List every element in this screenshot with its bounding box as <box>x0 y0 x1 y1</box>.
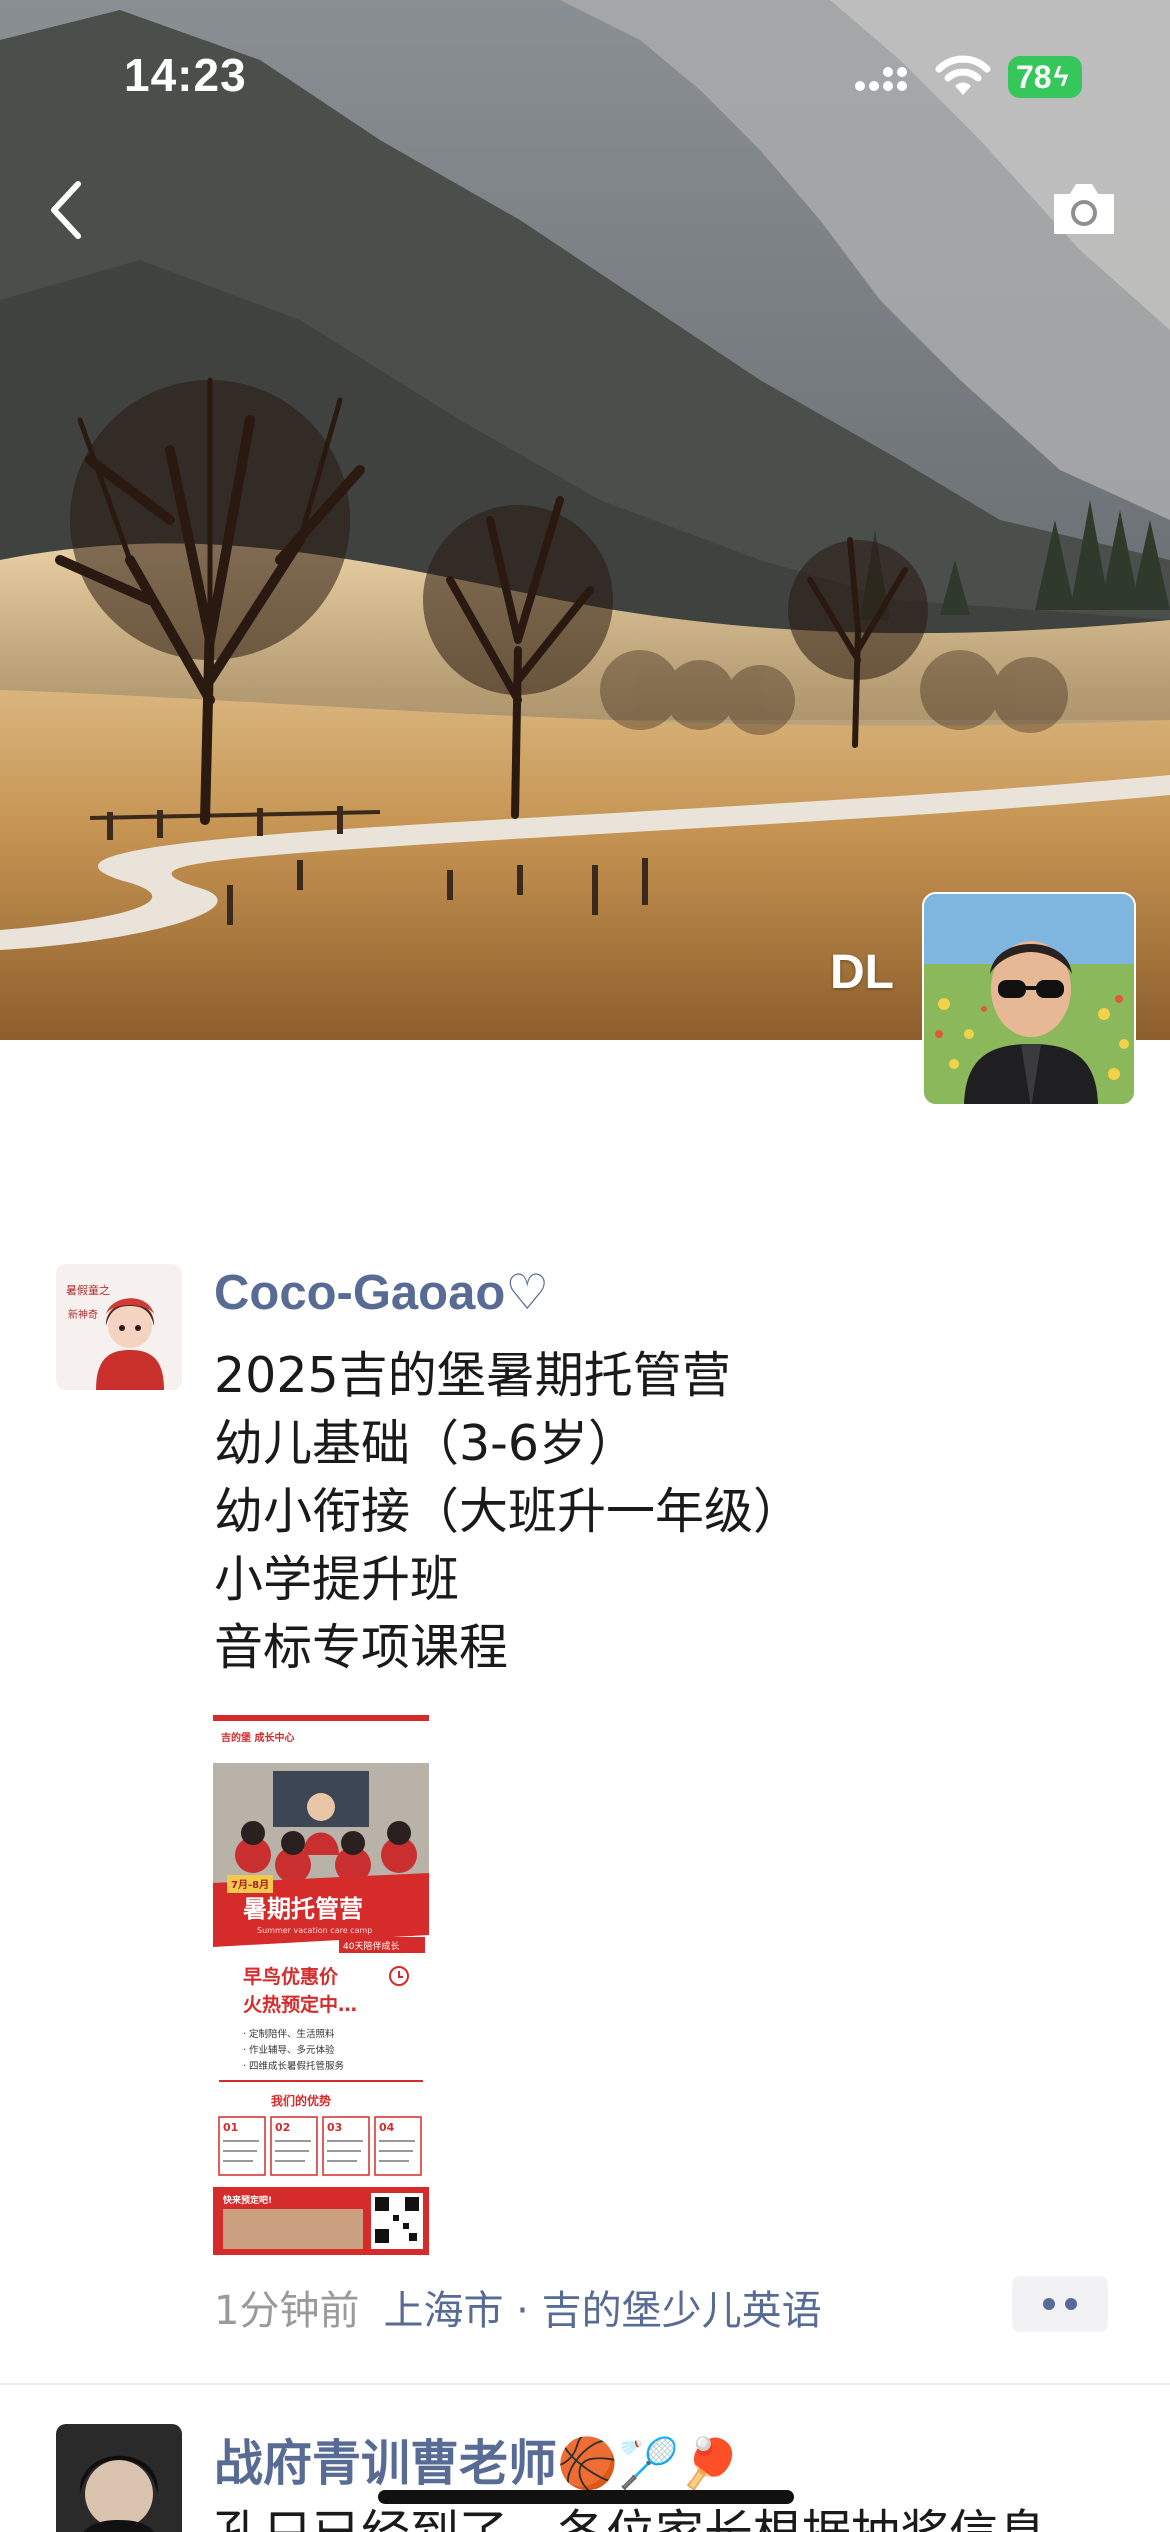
profile-name: DL <box>830 946 894 999</box>
back-button[interactable] <box>40 172 100 242</box>
poster-advantages-title: 我们的优势 <box>271 2093 331 2108</box>
status-bar: 14:23 78 ϟ <box>0 0 1170 150</box>
post-text-line: 孔只已经到了，各位家长根据抽奖信息 <box>214 2500 1047 2532</box>
svg-text:暑假童之: 暑假童之 <box>66 1283 110 1297</box>
post-author-name[interactable]: 战府青训曹老师🏀🏸🏓 <box>214 2424 740 2495</box>
post-text-line: 幼小衔接（大班升一年级） <box>214 1483 803 1540</box>
cellular-signal-icon <box>852 60 916 98</box>
post-divider <box>0 2383 1170 2385</box>
chevron-left-icon <box>51 181 81 239</box>
post-author-suffix: ♡ <box>505 1266 550 1320</box>
cover-photo[interactable] <box>0 0 1170 1040</box>
poster-advantage-number: 04 <box>379 2121 395 2134</box>
poster-advantage-number: 02 <box>275 2121 290 2134</box>
poster-bullet: · 四维成长暑假托管服务 <box>243 2060 345 2072</box>
post-time: 1分钟前 <box>214 2288 360 2334</box>
svg-text:新神奇: 新神奇 <box>68 1308 98 1321</box>
post-text-line: 幼儿基础（3-6岁） <box>214 1415 638 1472</box>
post-author-name: Coco-Gaoao <box>214 1266 506 1320</box>
wifi-icon <box>935 55 991 101</box>
post-more-button[interactable] <box>1012 2276 1108 2332</box>
poster-promo-1: 早鸟优惠价 <box>243 1965 339 1988</box>
poster-bullet: · 定制陪伴、生活照料 <box>243 2028 335 2040</box>
post-text-line: 小学提升班 <box>214 1551 460 1608</box>
post-text-line: 2025吉的堡暑期托管营 <box>214 1347 731 1404</box>
poster-promo-2: 火热预定中… <box>243 1993 357 2016</box>
dot-icon <box>1043 2298 1055 2310</box>
post-text: 孔只已经到了，各位家长根据抽奖信息 <box>214 2500 1047 2532</box>
poster-advantage-number: 01 <box>223 2121 238 2134</box>
charging-bolt-icon: ϟ <box>1053 61 1069 92</box>
poster-tag: 40天陪伴成长 <box>343 1940 399 1952</box>
post-text-line: 音标专项课程 <box>214 1619 509 1676</box>
camera-button[interactable] <box>1048 178 1120 240</box>
post-author[interactable]: Coco-Gaoao♡ <box>214 1264 549 1321</box>
profile-avatar[interactable] <box>922 892 1136 1106</box>
poster-footer: 快来预定吧! <box>223 2194 272 2206</box>
battery-level: 78 <box>1016 58 1052 95</box>
home-indicator[interactable] <box>378 2490 794 2504</box>
post-location[interactable]: 上海市 · 吉的堡少儿英语 <box>383 2288 821 2334</box>
status-time: 14:23 <box>124 49 247 101</box>
dot-icon <box>1065 2298 1077 2310</box>
poster-subtitle: Summer vacation care camp <box>257 1926 372 1935</box>
post-text: 2025吉的堡暑期托管营 幼儿基础（3-6岁） 幼小衔接（大班升一年级） 小学提… <box>214 1342 802 1682</box>
poster-advantage-number: 03 <box>327 2121 342 2134</box>
author-avatar[interactable] <box>56 2424 182 2532</box>
poster-date: 7月-8月 <box>231 1879 269 1891</box>
post-image[interactable]: 吉的堡 成长中心 7月-8月 暑期托管营 Summer vacation car… <box>213 1715 429 2255</box>
camera-icon <box>1054 184 1114 234</box>
poster-bullet: · 作业辅导、多元体验 <box>243 2044 335 2056</box>
poster-title: 暑期托管营 <box>243 1895 363 1923</box>
battery-indicator: 78 ϟ <box>1008 56 1082 98</box>
post-meta: 1分钟前 上海市 · 吉的堡少儿英语 <box>214 2278 822 2336</box>
author-avatar[interactable]: 暑假童之 新神奇 <box>56 1264 182 1390</box>
poster-brand: 吉的堡 成长中心 <box>221 1731 294 1744</box>
